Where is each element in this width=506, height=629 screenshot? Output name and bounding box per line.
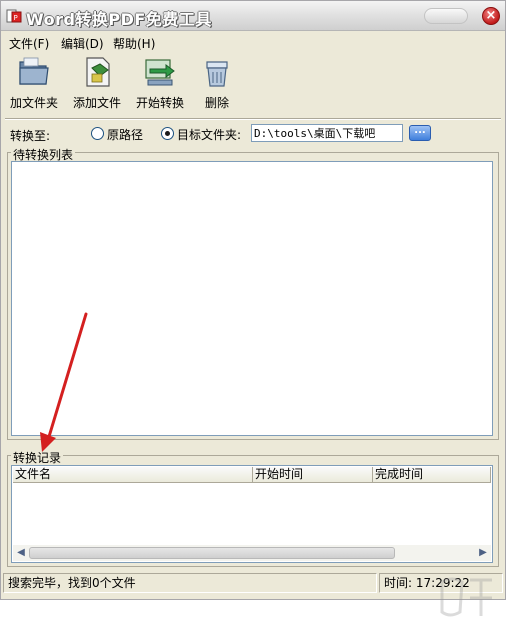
radio-original-path[interactable] xyxy=(91,127,104,140)
convert-icon xyxy=(145,59,175,86)
records-horizontal-scrollbar[interactable]: ◀ ▶ xyxy=(13,545,491,561)
column-header-filename[interactable]: 文件名 xyxy=(13,467,253,483)
target-folder-label: 目标文件夹: xyxy=(177,128,242,142)
convert-to-label: 转换至: xyxy=(10,129,51,143)
scroll-right-icon[interactable]: ▶ xyxy=(475,545,491,561)
status-message: 搜索完毕，找到0个文件 xyxy=(3,573,377,593)
target-path-input[interactable]: D:\tools\桌面\下载吧 xyxy=(251,124,403,142)
window-title: Word转换PDF免费工具 xyxy=(26,10,212,29)
menu-bar: 文件(F) 编辑(D) 帮助(H) xyxy=(1,32,505,52)
pending-file-list[interactable] xyxy=(11,161,493,436)
add-folder-label: 加文件夹 xyxy=(9,96,58,110)
scroll-thumb[interactable] xyxy=(29,547,395,559)
app-icon: P xyxy=(6,9,22,23)
toolbar: 加文件夹 添加文件 开始转换 删除 xyxy=(1,54,505,118)
delete-button[interactable]: 删除 xyxy=(197,54,237,111)
title-bar[interactable]: P Word转换PDF免费工具 × xyxy=(1,1,505,31)
radio-target-folder[interactable] xyxy=(161,127,174,140)
close-button[interactable]: × xyxy=(482,7,500,25)
menu-help[interactable]: 帮助(H) xyxy=(113,35,155,52)
start-convert-label: 开始转换 xyxy=(135,96,184,110)
svg-text:P: P xyxy=(14,14,18,22)
add-file-icon xyxy=(86,57,110,87)
toolbar-separator xyxy=(5,118,501,120)
minimize-button[interactable] xyxy=(424,8,468,24)
scroll-left-icon[interactable]: ◀ xyxy=(13,545,29,561)
column-header-finish-time[interactable]: 完成时间 xyxy=(373,467,491,483)
delete-icon xyxy=(206,61,228,87)
original-path-label: 原路径 xyxy=(107,128,144,142)
records-title: 转换记录 xyxy=(11,449,64,466)
main-window: P Word转换PDF免费工具 × 文件(F) 编辑(D) 帮助(H) 加文件夹 xyxy=(0,0,506,600)
menu-file[interactable]: 文件(F) xyxy=(9,35,49,52)
status-time-label: 时间: xyxy=(384,576,413,590)
browse-button[interactable]: ... xyxy=(409,125,431,141)
start-convert-button[interactable]: 开始转换 xyxy=(134,54,186,111)
add-file-button[interactable]: 添加文件 xyxy=(71,54,123,111)
menu-edit[interactable]: 编辑(D) xyxy=(61,35,104,52)
add-folder-button[interactable]: 加文件夹 xyxy=(8,54,60,111)
folder-icon xyxy=(19,57,49,85)
watermark-logo xyxy=(440,577,492,617)
delete-label: 删除 xyxy=(204,96,229,110)
add-file-label: 添加文件 xyxy=(72,96,121,110)
status-bar: 搜索完毕，找到0个文件 时间: 17:29:22 xyxy=(1,573,505,594)
column-header-start-time[interactable]: 开始时间 xyxy=(253,467,373,483)
records-header: 文件名 开始时间 完成时间 xyxy=(13,467,491,483)
